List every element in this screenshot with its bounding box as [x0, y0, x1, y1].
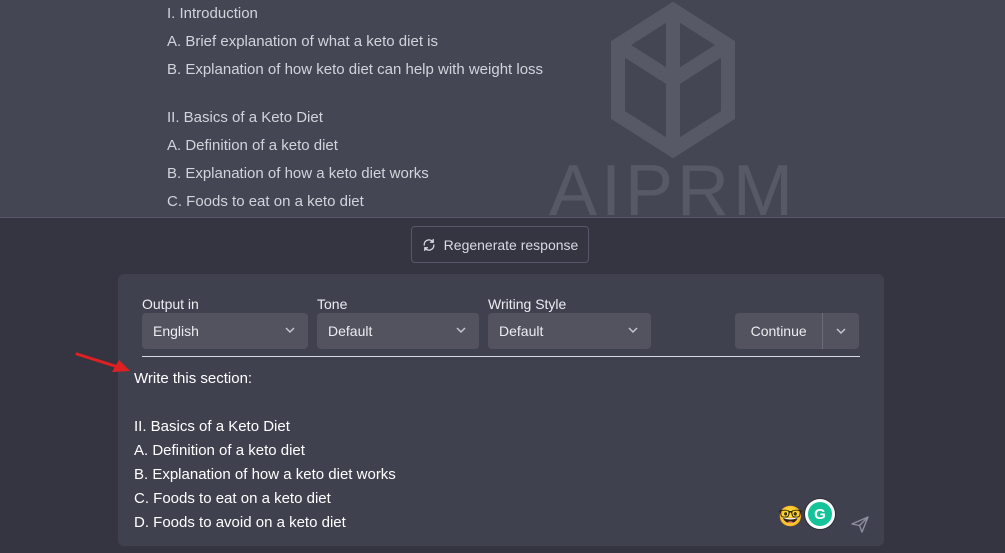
output-language-select[interactable]: English — [142, 313, 308, 349]
chevron-down-icon — [285, 327, 295, 334]
emoji-icon[interactable]: 🤓 — [778, 505, 803, 529]
prompt-line: C. Foods to eat on a keto diet — [134, 490, 331, 507]
prompt-line: II. Basics of a Keto Diet — [134, 418, 290, 435]
grammarly-icon[interactable]: G — [805, 499, 835, 529]
outline-line: C. Foods to eat on a keto diet — [167, 193, 364, 210]
refresh-icon — [423, 238, 435, 251]
divider — [142, 356, 860, 357]
send-icon[interactable] — [850, 514, 870, 534]
grammarly-letter: G — [808, 502, 832, 526]
writing-style-value: Default — [499, 323, 544, 339]
output-in-label: Output in — [142, 296, 199, 312]
outline-line: B. Explanation of how keto diet can help… — [167, 61, 544, 78]
chevron-down-icon — [456, 327, 466, 334]
continue-options-button[interactable] — [823, 313, 859, 349]
output-language-value: English — [153, 323, 199, 339]
outline-line: I. Introduction — [167, 5, 258, 22]
regenerate-response-button[interactable]: Regenerate response — [411, 226, 589, 263]
outline-line: B. Explanation of how a keto diet works — [167, 165, 429, 182]
prompt-line: A. Definition of a keto diet — [134, 442, 305, 459]
continue-button[interactable]: Continue — [735, 313, 824, 349]
assistant-message: AIPRM I. Introduction A. Brief explanati… — [0, 0, 1005, 218]
outline-line: A. Definition of a keto diet — [167, 137, 338, 154]
prompt-line: D. Foods to avoid on a keto diet — [134, 514, 346, 531]
tone-value: Default — [328, 323, 373, 339]
regenerate-label: Regenerate response — [443, 236, 579, 253]
outline-line: A. Brief explanation of what a keto diet… — [167, 33, 438, 50]
outline-line: II. Basics of a Keto Diet — [167, 109, 323, 126]
red-arrow-icon — [75, 352, 130, 372]
prompt-line: Write this section: — [134, 370, 253, 387]
writing-style-select[interactable]: Default — [488, 313, 651, 349]
tone-select[interactable]: Default — [317, 313, 479, 349]
watermark-text: AIPRM — [548, 151, 798, 218]
chevron-down-icon — [628, 327, 638, 334]
aiprm-prompt-panel: Output in English Tone Default Writing S… — [118, 274, 884, 546]
tone-label: Tone — [317, 296, 348, 312]
chevron-down-icon — [836, 328, 846, 335]
continue-split-button: Continue — [735, 313, 859, 349]
writing-style-label: Writing Style — [488, 296, 567, 312]
prompt-line: B. Explanation of how a keto diet works — [134, 466, 396, 483]
